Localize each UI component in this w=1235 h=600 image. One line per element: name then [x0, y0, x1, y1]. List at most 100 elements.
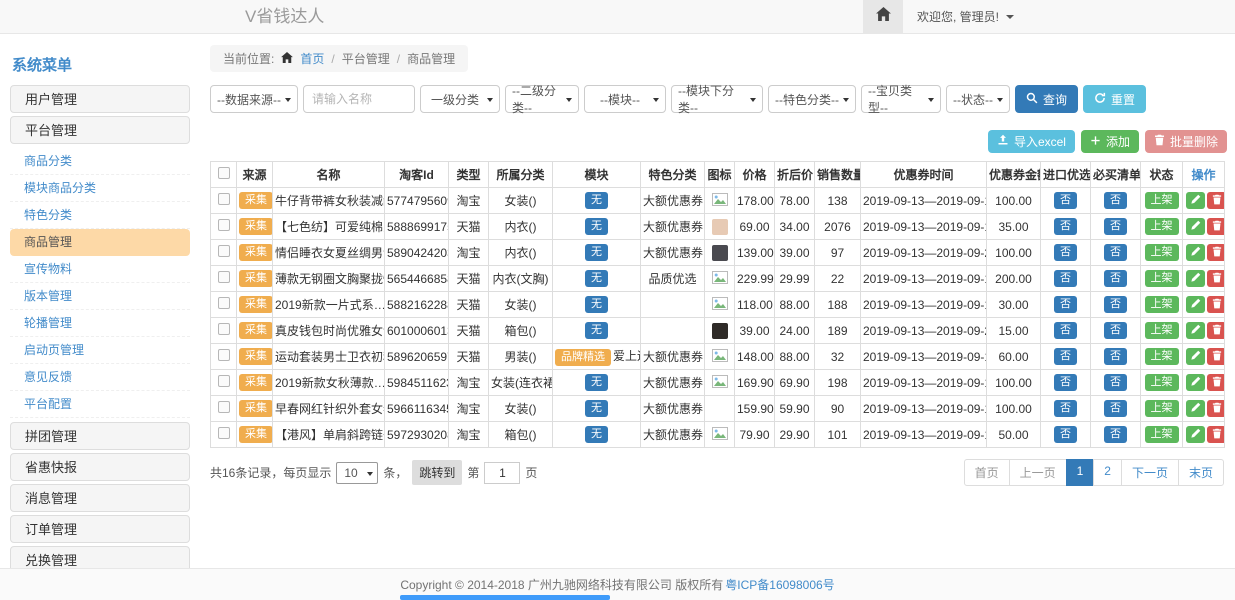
import-excel-button[interactable]: 导入excel — [988, 130, 1075, 153]
delete-button[interactable] — [1207, 400, 1225, 417]
sidebar-section[interactable]: 用户管理 — [10, 85, 190, 113]
sidebar-item[interactable]: 商品分类 — [10, 148, 190, 175]
edit-button[interactable] — [1186, 192, 1205, 209]
must-buy-toggle[interactable]: 否 — [1104, 270, 1127, 287]
sidebar-section[interactable]: 省惠快报 — [10, 453, 190, 481]
icp-link[interactable]: 粤ICP备16098006号 — [725, 576, 834, 593]
must-buy-toggle[interactable]: 否 — [1104, 244, 1127, 261]
edit-button[interactable] — [1186, 296, 1205, 313]
delete-button[interactable] — [1207, 218, 1225, 235]
must-buy-toggle[interactable]: 否 — [1104, 322, 1127, 339]
import-select-toggle[interactable]: 否 — [1054, 426, 1077, 443]
pager-page-button[interactable]: 首页 — [964, 459, 1010, 486]
edit-button[interactable] — [1186, 426, 1205, 443]
row-checkbox[interactable] — [218, 193, 230, 205]
module-badge[interactable]: 无 — [585, 400, 608, 417]
module-badge[interactable]: 无 — [585, 296, 608, 313]
import-select-toggle[interactable]: 否 — [1054, 322, 1077, 339]
sidebar-item[interactable]: 宣传物料 — [10, 256, 190, 283]
delete-button[interactable] — [1207, 374, 1225, 391]
module-badge[interactable]: 无 — [585, 192, 608, 209]
delete-button[interactable] — [1207, 296, 1225, 313]
status-badge[interactable]: 上架 — [1145, 244, 1179, 261]
status-badge[interactable]: 上架 — [1145, 374, 1179, 391]
status-badge[interactable]: 上架 — [1145, 192, 1179, 209]
import-select-toggle[interactable]: 否 — [1054, 270, 1077, 287]
select-all-checkbox[interactable] — [218, 167, 230, 179]
delete-button[interactable] — [1207, 192, 1225, 209]
delete-button[interactable] — [1207, 348, 1225, 365]
import-select-toggle[interactable]: 否 — [1054, 218, 1077, 235]
delete-button[interactable] — [1207, 322, 1225, 339]
filter-select[interactable]: --特色分类-- — [768, 85, 856, 113]
sidebar-section[interactable]: 消息管理 — [10, 484, 190, 512]
must-buy-toggle[interactable]: 否 — [1104, 348, 1127, 365]
row-checkbox[interactable] — [218, 401, 230, 413]
pager-page-button[interactable]: 上一页 — [1009, 459, 1067, 486]
must-buy-toggle[interactable]: 否 — [1104, 426, 1127, 443]
sidebar-section[interactable]: 订单管理 — [10, 515, 190, 543]
sidebar-item[interactable]: 商品管理 — [10, 229, 190, 256]
row-checkbox[interactable] — [218, 375, 230, 387]
edit-button[interactable] — [1186, 348, 1205, 365]
edit-button[interactable] — [1186, 270, 1205, 287]
sidebar-section[interactable]: 拼团管理 — [10, 422, 190, 450]
reset-button[interactable]: 重置 — [1083, 85, 1146, 113]
filter-select[interactable]: --数据来源-- — [210, 85, 298, 113]
filter-select[interactable]: --二级分类-- — [505, 85, 579, 113]
module-badge[interactable]: 无 — [585, 374, 608, 391]
import-select-toggle[interactable]: 否 — [1054, 374, 1077, 391]
row-checkbox[interactable] — [218, 245, 230, 257]
pager-page-button[interactable]: 1 — [1066, 459, 1095, 486]
row-checkbox[interactable] — [218, 271, 230, 283]
module-badge[interactable]: 无 — [585, 322, 608, 339]
edit-button[interactable] — [1186, 322, 1205, 339]
must-buy-toggle[interactable]: 否 — [1104, 400, 1127, 417]
module-badge[interactable]: 无 — [585, 244, 608, 261]
edit-button[interactable] — [1186, 400, 1205, 417]
filter-select[interactable]: --状态-- — [946, 85, 1010, 113]
edit-button[interactable] — [1186, 244, 1205, 261]
sidebar-item[interactable]: 模块商品分类 — [10, 175, 190, 202]
query-button[interactable]: 查询 — [1015, 85, 1078, 113]
sidebar-item[interactable]: 特色分类 — [10, 202, 190, 229]
import-select-toggle[interactable]: 否 — [1054, 400, 1077, 417]
status-badge[interactable]: 上架 — [1145, 270, 1179, 287]
sidebar-item[interactable]: 轮播管理 — [10, 310, 190, 337]
status-badge[interactable]: 上架 — [1145, 348, 1179, 365]
import-select-toggle[interactable]: 否 — [1054, 296, 1077, 313]
home-button[interactable] — [863, 0, 903, 33]
sidebar-section[interactable]: 平台管理 — [10, 116, 190, 144]
row-checkbox[interactable] — [218, 349, 230, 361]
pager-page-button[interactable]: 2 — [1093, 459, 1122, 486]
add-button[interactable]: 添加 — [1081, 130, 1139, 153]
sidebar-item[interactable]: 意见反馈 — [10, 364, 190, 391]
status-badge[interactable]: 上架 — [1145, 296, 1179, 313]
must-buy-toggle[interactable]: 否 — [1104, 218, 1127, 235]
row-checkbox[interactable] — [218, 219, 230, 231]
pager-page-button[interactable]: 末页 — [1178, 459, 1224, 486]
import-select-toggle[interactable]: 否 — [1054, 348, 1077, 365]
import-select-toggle[interactable]: 否 — [1054, 192, 1077, 209]
filter-select[interactable]: --模块-- — [584, 85, 666, 113]
status-badge[interactable]: 上架 — [1145, 322, 1179, 339]
import-select-toggle[interactable]: 否 — [1054, 244, 1077, 261]
user-menu[interactable]: 欢迎您, 管理员! — [903, 0, 1028, 33]
batch-delete-button[interactable]: 批量删除 — [1145, 130, 1227, 153]
must-buy-toggle[interactable]: 否 — [1104, 296, 1127, 313]
row-checkbox[interactable] — [218, 297, 230, 309]
status-badge[interactable]: 上架 — [1145, 400, 1179, 417]
edit-button[interactable] — [1186, 374, 1205, 391]
module-badge[interactable]: 无 — [585, 218, 608, 235]
delete-button[interactable] — [1207, 270, 1225, 287]
delete-button[interactable] — [1207, 244, 1225, 261]
filter-select[interactable]: 一级分类 — [420, 85, 500, 113]
sidebar-item[interactable]: 平台配置 — [10, 391, 190, 418]
pager-page-button[interactable]: 下一页 — [1121, 459, 1179, 486]
name-search-input[interactable] — [303, 85, 415, 113]
module-badge[interactable]: 无 — [585, 426, 608, 443]
horizontal-scrollbar-thumb[interactable] — [400, 595, 610, 600]
sidebar-item[interactable]: 启动页管理 — [10, 337, 190, 364]
row-checkbox[interactable] — [218, 427, 230, 439]
must-buy-toggle[interactable]: 否 — [1104, 192, 1127, 209]
